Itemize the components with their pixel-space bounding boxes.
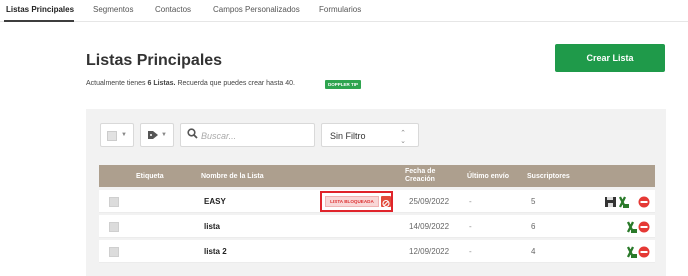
tag-icon <box>147 129 159 144</box>
excel-icon[interactable] <box>626 221 637 233</box>
row-checkbox[interactable] <box>109 222 119 232</box>
filter-select[interactable]: Sin Filtro ⌃ ⌄ <box>321 123 419 147</box>
list-name[interactable]: EASY <box>204 197 226 206</box>
blocked-status-badge: LISTA BLOQUEADA <box>325 196 379 207</box>
tab-formularios[interactable]: Formularios <box>319 5 361 14</box>
select-all-dropdown[interactable]: ▼ <box>100 123 134 147</box>
subtitle-count: 6 Listas. <box>147 80 176 87</box>
tab-segmentos[interactable]: Segmentos <box>93 5 133 14</box>
last-send: - <box>469 247 472 256</box>
subscriber-count: 5 <box>531 197 536 206</box>
table-row[interactable]: lista 14/09/2022 - 6 <box>99 215 655 238</box>
blocked-list-highlight: LISTA BLOQUEADA <box>320 191 393 212</box>
created-date: 25/09/2022 <box>409 197 450 206</box>
row-actions <box>604 220 652 234</box>
create-list-button[interactable]: Crear Lista <box>555 44 665 72</box>
search-icon <box>187 128 198 142</box>
subscriber-count: 6 <box>531 222 536 231</box>
page-title: Listas Principales <box>86 52 223 69</box>
excel-icon[interactable] <box>626 246 637 258</box>
last-send: - <box>469 222 472 231</box>
save-icon[interactable] <box>605 197 616 207</box>
row-checkbox[interactable] <box>109 247 119 257</box>
subscriber-count: 4 <box>531 247 536 256</box>
tag-dropdown[interactable]: ▼ <box>140 123 174 147</box>
checkbox-icon <box>107 131 117 141</box>
delete-icon[interactable] <box>638 221 650 233</box>
delete-icon[interactable] <box>638 196 650 208</box>
tab-listas-principales[interactable]: Listas Principales <box>6 5 74 14</box>
list-name[interactable]: lista <box>204 222 220 231</box>
excel-icon[interactable] <box>618 196 629 208</box>
top-navigation: Listas Principales Segmentos Contactos C… <box>0 0 688 22</box>
list-name[interactable]: lista 2 <box>204 247 227 256</box>
updown-arrows-icon: ⌃ ⌄ <box>400 130 406 145</box>
delete-icon[interactable] <box>638 246 650 258</box>
created-date: 12/09/2022 <box>409 247 450 256</box>
row-checkbox[interactable] <box>109 197 119 207</box>
subtitle-prefix: Actualmente tienes <box>86 80 148 87</box>
header-created-date[interactable]: Fecha de Creación <box>405 168 435 184</box>
chevron-down-icon: ▼ <box>161 132 167 138</box>
filter-value: Sin Filtro <box>330 131 366 141</box>
header-subscribers[interactable]: Suscriptores <box>527 173 570 181</box>
tab-contactos[interactable]: Contactos <box>155 5 191 14</box>
header-created-line2: Creación <box>405 176 435 183</box>
row-actions <box>604 245 652 259</box>
page-subtitle: Actualmente tienes 6 Listas. Recuerda qu… <box>86 80 295 87</box>
blocked-icon[interactable] <box>381 196 391 208</box>
search-input[interactable]: Buscar... <box>201 131 236 141</box>
table-row[interactable]: lista 2 12/09/2022 - 4 <box>99 240 655 263</box>
table-row[interactable]: EASY LISTA BLOQUEADA 25/09/2022 - 5 <box>99 190 655 213</box>
tab-campos-personalizados[interactable]: Campos Personalizados <box>213 5 300 14</box>
subtitle-suffix: Recuerda que puedes crear hasta 40. <box>175 80 295 87</box>
header-tag[interactable]: Etiqueta <box>136 173 164 181</box>
row-actions <box>604 195 652 209</box>
created-date: 14/09/2022 <box>409 222 450 231</box>
header-list-name[interactable]: Nombre de la Lista <box>201 173 264 181</box>
last-send: - <box>469 197 472 206</box>
header-created-line1: Fecha de <box>405 168 436 175</box>
search-box[interactable]: Buscar... <box>180 123 315 147</box>
table-header: Etiqueta Nombre de la Lista Fecha de Cre… <box>99 165 655 187</box>
doppler-tip-badge[interactable]: DOPPLER TIP <box>325 80 362 89</box>
chevron-down-icon: ▼ <box>121 132 127 138</box>
active-tab-indicator <box>4 20 74 22</box>
header-last-send[interactable]: Último envío <box>467 173 509 181</box>
